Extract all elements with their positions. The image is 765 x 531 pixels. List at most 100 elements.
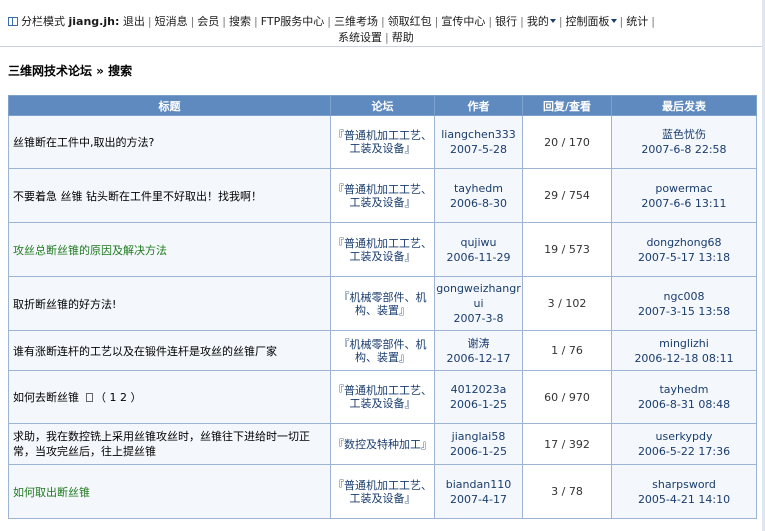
last-poster-link[interactable]: userkypdy [612, 429, 756, 444]
author-link[interactable]: qujiwu [435, 235, 522, 250]
nav-stats[interactable]: 统计 [626, 15, 648, 28]
table-row: 谁有涨断连杆的工艺以及在锻件连杆是攻丝的丝锥厂家 『机械零部件、机构、装置』 谢… [8, 330, 757, 371]
forum-cell: 『普通机加工工艺、工装及设备』 [330, 115, 435, 169]
last-poster-link[interactable]: 蓝色忧伤 [612, 127, 756, 142]
stats-cell: 60 / 970 [522, 370, 612, 424]
topic-link[interactable]: 攻丝总断丝锥的原因及解决方法 [13, 244, 167, 257]
title-cell: 攻丝总断丝锥的原因及解决方法 [8, 222, 331, 277]
last-post-date[interactable]: 2007-5-17 13:18 [612, 250, 756, 265]
last-post-date[interactable]: 2007-3-15 13:58 [612, 304, 756, 319]
multipage-icon [86, 393, 93, 402]
last-poster-link[interactable]: powermac [612, 181, 756, 196]
last-post-cell: 蓝色忧伤 2007-6-8 22:58 [611, 115, 757, 169]
chevron-down-icon[interactable] [549, 19, 556, 23]
author-link[interactable]: tayhedm [435, 181, 522, 196]
nav-bank[interactable]: 银行 [495, 15, 517, 28]
nav-members[interactable]: 会员 [197, 15, 219, 28]
header-last-post: 最后发表 [611, 95, 757, 116]
author-cell: liangchen333 2007-5-28 [434, 115, 523, 169]
author-link[interactable]: gongweizhangrui [435, 281, 522, 311]
last-post-date[interactable]: 2006-8-31 08:48 [612, 397, 756, 412]
last-post-date[interactable]: 2007-6-6 13:11 [612, 196, 756, 211]
last-post-cell: tayhedm 2006-8-31 08:48 [611, 370, 757, 424]
nav-settings[interactable]: 系统设置 [338, 31, 382, 44]
post-date: 2007-4-17 [450, 492, 507, 506]
forum-link[interactable]: 『普通机加工工艺、工装及设备』 [333, 479, 432, 505]
title-cell: 丝锥断在工件中,取出的方法? [8, 115, 331, 169]
forum-link[interactable]: 『普通机加工工艺、工装及设备』 [333, 384, 432, 410]
last-poster-link[interactable]: ngc008 [612, 289, 756, 304]
last-post-cell: powermac 2007-6-6 13:11 [611, 168, 757, 223]
forum-link[interactable]: 『普通机加工工艺、工装及设备』 [333, 129, 432, 155]
nav-mode[interactable]: 分栏模式 [21, 15, 65, 28]
breadcrumb: 三维网技术论坛 » 搜索 [8, 64, 133, 78]
table-row: 求助，我在数控铣上采用丝锥攻丝时，丝锥往下进给时一切正常，当攻完丝后，往上提丝锥… [8, 423, 757, 465]
nav-mine[interactable]: 我的 [527, 15, 549, 28]
author-cell: gongweizhangrui 2007-3-8 [434, 276, 523, 331]
forum-link[interactable]: 『机械零部件、机构、装置』 [339, 291, 427, 317]
last-post-date[interactable]: 2005-4-21 14:10 [612, 492, 756, 507]
header-forum: 论坛 [330, 95, 435, 116]
last-post-date[interactable]: 2007-6-8 22:58 [612, 142, 756, 157]
nav-promo[interactable]: 宣传中心 [441, 15, 485, 28]
last-post-date[interactable]: 2006-12-18 08:11 [612, 351, 756, 366]
nav-exam[interactable]: 三维考场 [334, 15, 378, 28]
nav-help[interactable]: 帮助 [392, 31, 414, 44]
forum-link[interactable]: 『普通机加工工艺、工装及设备』 [333, 183, 432, 209]
author-cell: 4012023a 2006-1-25 [434, 370, 523, 424]
nav-row-1: 分栏模式 jiang.jh: 退出 | 短消息 | 会员 | 搜索 | FTP服务中心 | 三维考场… [8, 14, 658, 29]
last-post-cell: dongzhong68 2007-5-17 13:18 [611, 222, 757, 277]
header-title: 标题 [8, 95, 331, 116]
topic-link[interactable]: 取折断丝锥的好方法! [13, 298, 116, 311]
last-poster-link[interactable]: dongzhong68 [612, 235, 756, 250]
page-links[interactable]: （ 1 2 ） [95, 391, 142, 404]
last-poster-link[interactable]: tayhedm [612, 382, 756, 397]
nav-search[interactable]: 搜索 [229, 15, 251, 28]
nav-redpacket[interactable]: 领取红包 [388, 15, 432, 28]
author-link[interactable]: biandan110 [435, 477, 522, 492]
author-link[interactable]: 4012023a [435, 382, 522, 397]
last-poster-link[interactable]: sharpsword [612, 477, 756, 492]
forum-link[interactable]: 『普通机加工工艺、工装及设备』 [333, 237, 432, 263]
topic-link[interactable]: 如何取出断丝锥 [13, 486, 90, 499]
last-post-cell: userkypdy 2006-5-22 17:36 [611, 423, 757, 465]
last-post-date[interactable]: 2006-5-22 17:36 [612, 444, 756, 459]
nav-ftp[interactable]: FTP服务中心 [261, 15, 325, 28]
stats-cell: 20 / 170 [522, 115, 612, 169]
topic-link[interactable]: 丝锥断在工件中,取出的方法? [13, 136, 154, 149]
nav-messages[interactable]: 短消息 [155, 15, 188, 28]
author-cell: qujiwu 2006-11-29 [434, 222, 523, 277]
post-date: 2007-3-8 [453, 312, 504, 325]
title-cell: 求助，我在数控铣上采用丝锥攻丝时，丝锥往下进给时一切正常，当攻完丝后，往上提丝锥 [8, 423, 331, 465]
table-row: 取折断丝锥的好方法! 『机械零部件、机构、装置』 gongweizhangrui… [8, 276, 757, 331]
header-author: 作者 [434, 95, 523, 116]
post-date: 2006-11-29 [446, 250, 511, 264]
author-link[interactable]: jianglai58 [435, 429, 522, 444]
last-poster-link[interactable]: minglizhi [612, 336, 756, 351]
forum-link[interactable]: 『数控及特种加工』 [333, 438, 432, 451]
layout-icon[interactable] [8, 17, 18, 26]
nav-row-2: 系统设置 | 帮助 [338, 31, 414, 44]
author-link[interactable]: 谢涛 [435, 336, 522, 351]
header-replies: 回复/查看 [522, 95, 612, 116]
stats-cell: 3 / 102 [522, 276, 612, 331]
post-date: 2006-12-17 [446, 351, 511, 365]
forum-cell: 『机械零部件、机构、装置』 [330, 330, 435, 371]
topic-link[interactable]: 求助，我在数控铣上采用丝锥攻丝时，丝锥往下进给时一切正常，当攻完丝后，往上提丝锥 [13, 430, 310, 458]
forum-cell: 『普通机加工工艺、工装及设备』 [330, 464, 435, 519]
stats-cell: 19 / 573 [522, 222, 612, 277]
nav-logout[interactable]: 退出 [123, 15, 145, 28]
forum-link[interactable]: 『机械零部件、机构、装置』 [339, 338, 427, 364]
nav-username[interactable]: jiang.jh: [69, 15, 120, 28]
divider [0, 46, 765, 47]
last-post-cell: minglizhi 2006-12-18 08:11 [611, 330, 757, 371]
topic-link[interactable]: 不要着急 丝锥 钻头断在工件里不好取出！找我啊！ [13, 190, 262, 203]
search-results-table: 标题 论坛 作者 回复/查看 最后发表 丝锥断在工件中,取出的方法? 『普通机加… [8, 95, 757, 519]
nav-control-panel[interactable]: 控制面板 [566, 15, 610, 28]
topic-link[interactable]: 谁有涨断连杆的工艺以及在锻件连杆是攻丝的丝锥厂家 [13, 345, 277, 358]
topic-link[interactable]: 如何去断丝锥 [13, 391, 79, 404]
forum-cell: 『机械零部件、机构、装置』 [330, 276, 435, 331]
chevron-down-icon[interactable] [610, 19, 617, 23]
post-date: 2006-8-30 [450, 196, 507, 210]
author-link[interactable]: liangchen333 [435, 127, 522, 142]
